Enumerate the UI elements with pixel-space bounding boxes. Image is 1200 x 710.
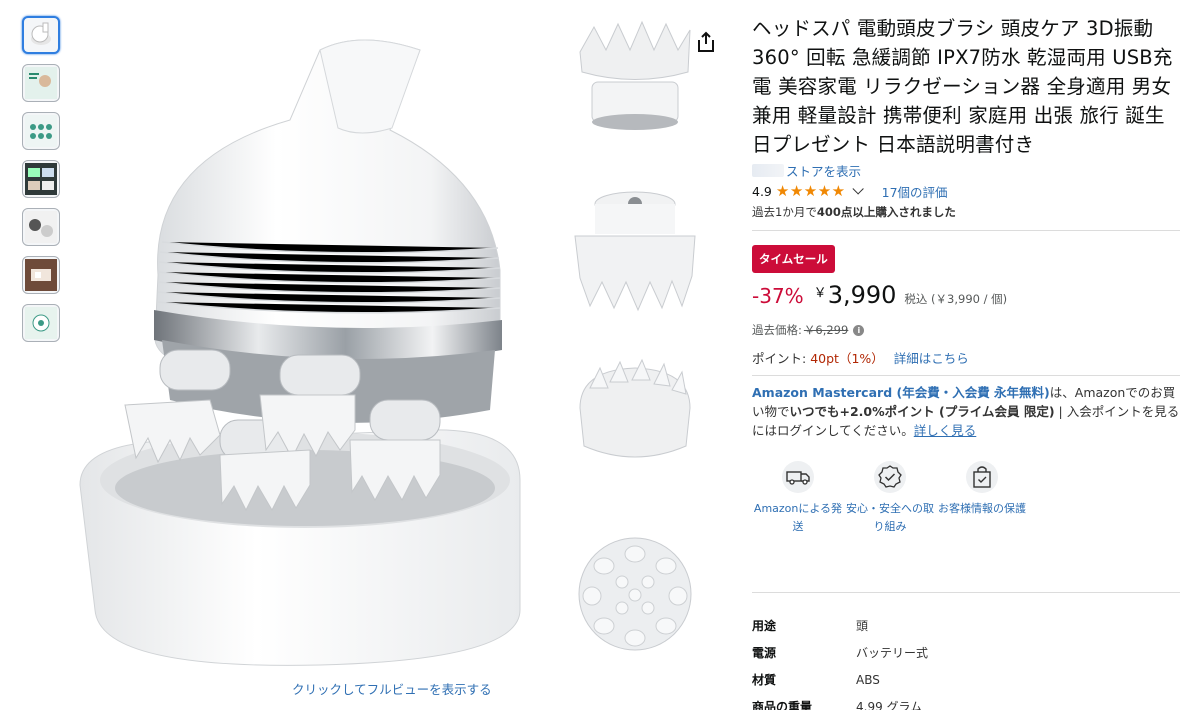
- points-value: 40pt（1%）: [810, 351, 884, 366]
- past-price-row: 過去価格: ￥6,299 i: [752, 322, 1180, 338]
- price-value: 3,990: [827, 281, 897, 309]
- spiked-head-icon: [579, 20, 691, 130]
- spec-row: 商品の重量 4.99 グラム: [752, 693, 1180, 710]
- spec-row: 材質 ABS: [752, 666, 1180, 693]
- thumbnail-1[interactable]: [22, 16, 60, 54]
- thumbnail-5[interactable]: [22, 208, 60, 246]
- discount-percent: -37%: [752, 284, 804, 308]
- feature-safety-label: 安心・安全への取り組み: [846, 502, 934, 533]
- divider: [752, 592, 1180, 593]
- attachment-head-2-image: [570, 186, 700, 316]
- time-sale-badge: タイムセール: [752, 245, 835, 273]
- spec-row: 用途 頭: [752, 612, 1180, 639]
- features-thumb-icon: [25, 115, 57, 147]
- bought-count-bold: 400点以上購入されました: [816, 205, 956, 219]
- waterproof-thumb-icon: [25, 307, 57, 339]
- delivery-truck-icon: [782, 461, 814, 493]
- safety-badge-icon: [874, 461, 906, 493]
- feature-privacy[interactable]: お客様情報の保護: [936, 460, 1028, 536]
- info-icon[interactable]: i: [853, 324, 865, 336]
- comparison-thumb-icon: [25, 163, 57, 195]
- product-thumb-icon: [31, 22, 51, 45]
- bristle-head-icon: [579, 358, 691, 458]
- points-row: ポイント: 40pt（1%） 詳細はこちら: [752, 348, 1180, 367]
- thumbnail-3[interactable]: [22, 112, 60, 150]
- feature-delivery[interactable]: Amazonによる発送: [752, 460, 844, 536]
- tax-note: 税込 (￥3,990 / 個): [904, 292, 1008, 306]
- model-thumb-icon: [25, 67, 57, 99]
- currency-symbol: ￥: [813, 286, 827, 301]
- thumbnail-7[interactable]: [22, 304, 60, 342]
- rating-value: 4.9: [752, 183, 772, 199]
- thumbnail-6[interactable]: [22, 256, 60, 294]
- spec-value: バッテリー式: [856, 646, 929, 660]
- store-name-redacted: [752, 163, 784, 177]
- spec-table: 用途 頭 電源 バッテリー式 材質 ABS 商品の重量 4.99 グラム: [752, 612, 1180, 710]
- divider: [752, 230, 1180, 231]
- store-link[interactable]: ストアを表示: [786, 161, 861, 180]
- product-info-panel: ヘッドスパ 電動頭皮ブラシ 頭皮ケア 3D振動 360° 回転 急緩調節 IPX…: [752, 14, 1180, 536]
- chevron-down-icon[interactable]: [852, 183, 864, 195]
- feature-icons-row: Amazonによる発送 安心・安全への取り組み お客様情報の保護: [752, 460, 1180, 536]
- spec-value: 4.99 グラム: [856, 700, 923, 710]
- star-rating-icon[interactable]: ★★★★★: [776, 182, 846, 200]
- review-count-link[interactable]: 17個の評価: [882, 182, 948, 201]
- points-label: ポイント:: [752, 351, 807, 366]
- past-price-value: ￥6,299: [803, 323, 849, 337]
- spec-key: 用途: [752, 619, 777, 633]
- attachment-head-4-image: [570, 532, 700, 662]
- main-product-image[interactable]: [70, 10, 550, 670]
- rating-row: 4.9 ★★★★★ 17個の評価: [752, 181, 1180, 201]
- card-promo: Amazon Mastercard (年会費・入会費 永年無料)は、Amazon…: [752, 383, 1180, 440]
- attachment-head-1-image: [570, 12, 700, 142]
- points-details-link[interactable]: 詳細はこちら: [894, 351, 969, 366]
- spec-key: 電源: [752, 646, 777, 660]
- thumbnail-list: [22, 16, 62, 352]
- fullview-link[interactable]: クリックしてフルビューを表示する: [292, 679, 492, 698]
- thumbnail-4[interactable]: [22, 160, 60, 198]
- bought-prefix: 過去1か月で: [752, 205, 817, 219]
- bought-count: 過去1か月で400点以上購入されました: [752, 204, 1180, 220]
- card-promo-name[interactable]: Amazon Mastercard (年会費・入会費 永年無料): [752, 385, 1050, 400]
- spec-row: 電源 バッテリー式: [752, 639, 1180, 666]
- product-title: ヘッドスパ 電動頭皮ブラシ 頭皮ケア 3D振動 360° 回転 急緩調節 IPX…: [752, 17, 1173, 156]
- card-promo-link[interactable]: 詳しく見る: [914, 423, 977, 438]
- card-promo-highlight: いつでも+2.0%ポイント (プライム会員 限定): [789, 404, 1055, 419]
- spec-value: ABS: [856, 672, 880, 687]
- price-row: -37% ￥ 3,990 税込 (￥3,990 / 個): [752, 281, 1180, 309]
- feature-delivery-label: Amazonによる発送: [753, 502, 843, 533]
- spec-key: 商品の重量: [752, 700, 813, 710]
- store-link-row[interactable]: ストアを表示: [752, 161, 1180, 179]
- charging-thumb-icon: [25, 259, 57, 291]
- past-price-label: 過去価格:: [752, 323, 802, 337]
- spec-value: 頭: [856, 619, 869, 633]
- secure-bag-icon: [966, 461, 998, 493]
- thumbnail-2[interactable]: [22, 64, 60, 102]
- divider: [752, 375, 1180, 376]
- connector-head-icon: [574, 191, 696, 312]
- scalp-massager-illustration: [79, 39, 521, 666]
- feature-privacy-label: お客様情報の保護: [938, 502, 1026, 515]
- steps-thumb-icon: [25, 211, 57, 243]
- attachment-head-3-image: [570, 358, 700, 488]
- spec-key: 材質: [752, 673, 777, 687]
- round-pad-head-icon: [578, 537, 692, 651]
- feature-safety[interactable]: 安心・安全への取り組み: [844, 460, 936, 536]
